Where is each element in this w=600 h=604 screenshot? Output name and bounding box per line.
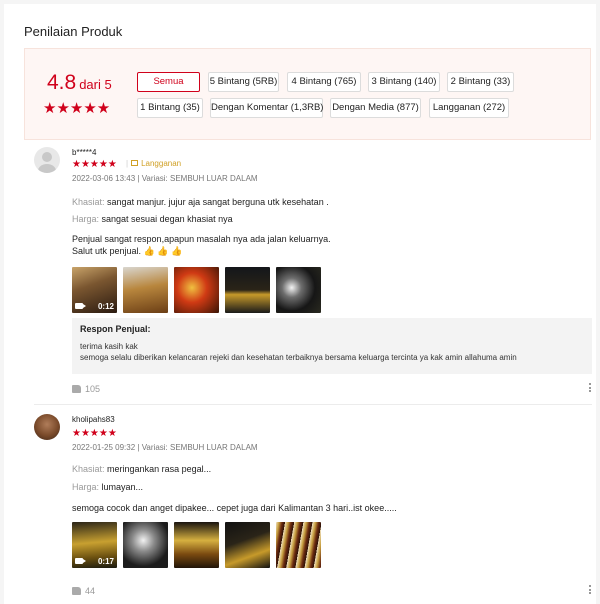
avatar[interactable] <box>34 147 60 173</box>
review-photo-thumb[interactable] <box>276 267 321 313</box>
score-of-label: dari 5 <box>79 77 112 92</box>
badge-label: Langganan <box>141 159 182 168</box>
more-options-icon[interactable] <box>589 383 592 394</box>
harga-label: Harga: <box>72 214 100 224</box>
harga-value: sangat sesuai degan khasiat nya <box>101 214 233 224</box>
review-comment: semoga cocok dan anget dipakee... cepet … <box>72 503 397 513</box>
avatar[interactable] <box>34 414 60 440</box>
khasiat-value: meringankan rasa pegal... <box>107 464 212 474</box>
section-title: Penilaian Produk <box>24 24 123 39</box>
thumbs-up-icon <box>72 587 81 595</box>
review-photo-thumb[interactable] <box>225 267 270 313</box>
review-photo-thumb[interactable] <box>174 522 219 568</box>
response-title: Respon Penjual: <box>80 324 151 334</box>
overall-stars-icon: ★★★★★ <box>43 100 111 117</box>
seller-response: Respon Penjual: terima kasih kak semoga … <box>72 318 592 374</box>
review-khasiat: Khasiat: sangat manjur. jujur aja sangat… <box>72 197 329 207</box>
review-video-thumb[interactable]: 0:17 <box>72 522 117 568</box>
like-button[interactable]: 44 <box>72 586 95 596</box>
review-photo-thumb[interactable] <box>174 267 219 313</box>
review-meta: 2022-03-06 13:43 | Variasi: SEMBUH LUAR … <box>72 174 258 183</box>
khasiat-label: Khasiat: <box>72 464 105 474</box>
review-stars-icon: ★★★★★ <box>72 159 117 170</box>
badge-cart-icon <box>131 160 139 166</box>
filter-4-star-button[interactable]: 4 Bintang (765) <box>287 72 361 92</box>
video-duration: 0:17 <box>97 557 114 566</box>
response-line: terima kasih kak <box>80 342 138 351</box>
filter-subscription-button[interactable]: Langganan (272) <box>429 98 509 118</box>
overall-score: 4.8 dari 5 <box>47 71 112 95</box>
review-photo-thumb[interactable] <box>276 522 321 568</box>
review-divider <box>34 404 592 405</box>
score-value: 4.8 <box>47 71 77 94</box>
review-username: b*****4 <box>72 148 97 157</box>
badge-separator: | <box>126 159 129 168</box>
review-khasiat: Khasiat: meringankan rasa pegal... <box>72 464 211 474</box>
like-count: 44 <box>85 586 96 596</box>
product-ratings-panel: Penilaian Produk 4.8 dari 5 ★★★★★ Semua 5… <box>4 4 596 604</box>
like-button[interactable]: 105 <box>72 384 100 394</box>
filter-5-star-button[interactable]: 5 Bintang (5RB) <box>208 72 279 92</box>
video-duration: 0:12 <box>97 302 114 311</box>
review-photo-thumb[interactable] <box>123 267 168 313</box>
review-stars-icon: ★★★★★ <box>72 428 117 439</box>
review-photo-thumb[interactable] <box>225 522 270 568</box>
khasiat-value: sangat manjur. jujur aja sangat berguna … <box>107 197 329 207</box>
filter-2-star-button[interactable]: 2 Bintang (33) <box>447 72 514 92</box>
subscription-badge: | Langganan <box>126 159 181 168</box>
review-item: b*****4 ★★★★★ | Langganan 2022-03-06 13:4… <box>34 147 594 397</box>
review-media: 0:17 <box>72 522 332 568</box>
review-meta: 2022-01-25 09:32 | Variasi: SEMBUH LUAR … <box>72 443 258 452</box>
review-photo-thumb[interactable] <box>123 522 168 568</box>
review-harga: Harga: lumayan... <box>72 482 143 492</box>
review-username: kholipahs83 <box>72 415 115 424</box>
filter-all-button[interactable]: Semua <box>137 72 200 92</box>
like-count: 105 <box>85 384 101 394</box>
review-item: kholipahs83 ★★★★★ 2022-01-25 09:32 | Var… <box>34 414 594 604</box>
filter-with-comment-button[interactable]: Dengan Komentar (1,3RB) <box>210 98 323 118</box>
thumbs-up-icon <box>72 385 81 393</box>
review-video-thumb[interactable]: 0:12 <box>72 267 117 313</box>
review-media: 0:12 <box>72 267 332 313</box>
video-icon <box>75 303 86 309</box>
response-line: semoga selalu diberikan kelancaran rejek… <box>80 353 517 362</box>
rating-summary: 4.8 dari 5 ★★★★★ Semua 5 Bintang (5RB) 4 … <box>24 48 591 140</box>
comment-line: Salut utk penjual. 👍 👍 👍 <box>72 246 183 256</box>
khasiat-label: Khasiat: <box>72 197 105 207</box>
filter-with-media-button[interactable]: Dengan Media (877) <box>330 98 421 118</box>
harga-label: Harga: <box>72 482 100 492</box>
comment-line: Penjual sangat respon,apapun masalah nya… <box>72 234 331 244</box>
review-harga: Harga: sangat sesuai degan khasiat nya <box>72 214 233 224</box>
filter-1-star-button[interactable]: 1 Bintang (35) <box>137 98 203 118</box>
harga-value: lumayan... <box>101 482 144 492</box>
video-icon <box>75 558 86 564</box>
review-comment: Penjual sangat respon,apapun masalah nya… <box>72 233 331 257</box>
more-options-icon[interactable] <box>589 585 592 596</box>
filter-3-star-button[interactable]: 3 Bintang (140) <box>368 72 440 92</box>
